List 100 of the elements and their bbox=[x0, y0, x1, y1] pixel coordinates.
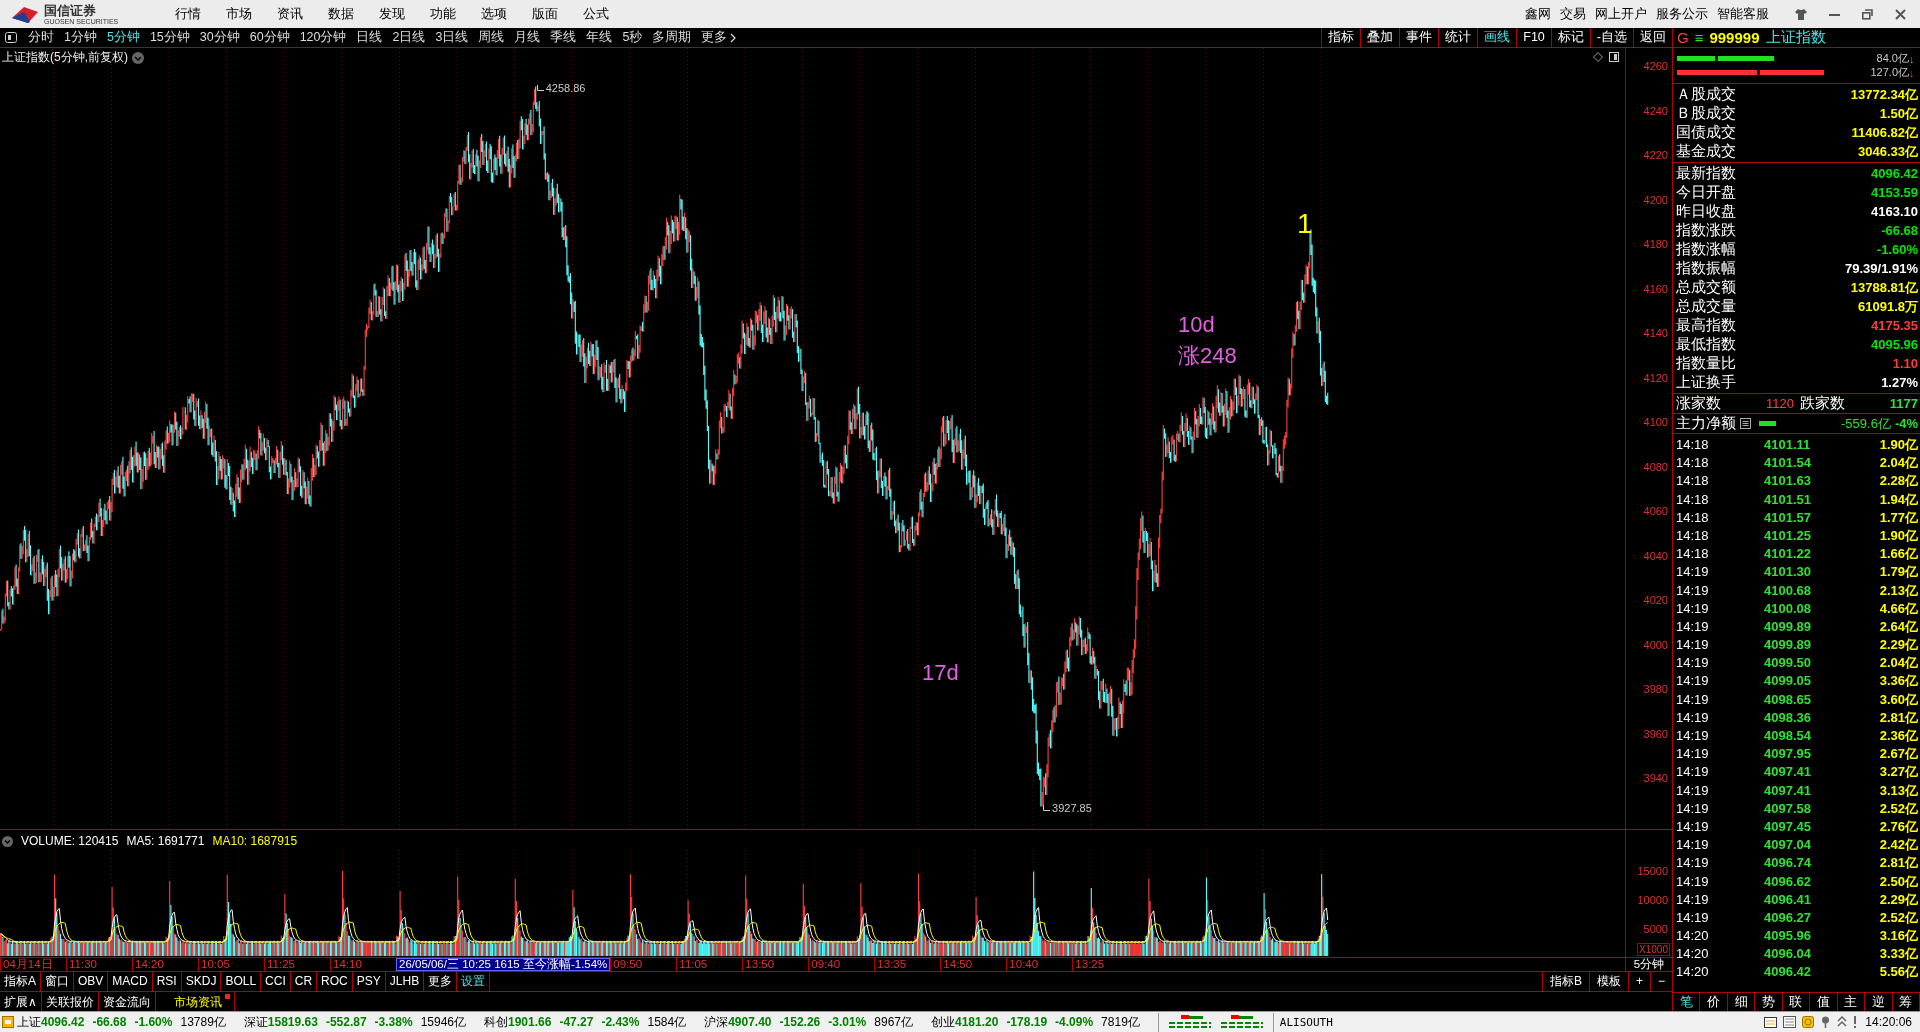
toolbar-button[interactable]: 叠加 bbox=[1360, 28, 1400, 47]
list-icon[interactable] bbox=[1740, 418, 1751, 429]
menu-item[interactable]: 版面 bbox=[532, 5, 558, 23]
tick-price: 4096.42 bbox=[1764, 963, 1812, 982]
toolbar-button[interactable]: F10 bbox=[1516, 28, 1551, 47]
period-tab[interactable]: 分时 bbox=[23, 29, 59, 46]
axis-label: 4040 bbox=[1643, 549, 1668, 562]
toolbar-button[interactable]: 画线 bbox=[1477, 28, 1517, 47]
toolbar-button[interactable]: 返回 bbox=[1633, 28, 1672, 47]
period-tab[interactable]: 2日线 bbox=[387, 29, 431, 46]
document-icon[interactable] bbox=[1783, 1016, 1797, 1028]
period-tab[interactable]: 周线 bbox=[473, 29, 510, 46]
tick-volume: 1.77亿 bbox=[1878, 508, 1918, 527]
indicator-tab[interactable]: 窗口 bbox=[41, 972, 74, 991]
chevron-down-icon[interactable] bbox=[132, 51, 144, 64]
indicator-tab[interactable]: 更多 bbox=[424, 972, 458, 991]
toolbar-button[interactable]: 指标 bbox=[1321, 28, 1361, 47]
menu-item[interactable]: 功能 bbox=[430, 5, 456, 23]
period-tab[interactable]: 更多 bbox=[696, 29, 742, 46]
menu-item[interactable]: 行情 bbox=[175, 5, 201, 23]
breadth-label: 涨家数 bbox=[1676, 394, 1721, 413]
indicator-tab[interactable]: 设置 bbox=[457, 972, 491, 991]
tick-time: 14:19 bbox=[1676, 599, 1710, 618]
toolbar-button[interactable]: 事件 bbox=[1399, 28, 1439, 47]
indicator-tab[interactable]: RSI bbox=[152, 972, 182, 991]
indicator-button[interactable]: 指标B bbox=[1541, 972, 1589, 991]
axis-label: 4000 bbox=[1643, 638, 1668, 651]
period-tab[interactable]: 1分钟 bbox=[59, 29, 102, 46]
period-tab[interactable]: 60分钟 bbox=[244, 29, 295, 46]
header-link[interactable]: 服务公示 bbox=[1656, 5, 1708, 23]
stat-value: 1.50亿 bbox=[1879, 105, 1918, 123]
tick-time: 14:19 bbox=[1676, 654, 1710, 673]
tick-price: 4098.54 bbox=[1764, 727, 1812, 745]
indicator-tab[interactable]: OBV bbox=[74, 972, 109, 991]
period-tab[interactable]: 3日线 bbox=[430, 29, 474, 46]
indicator-button[interactable]: 模板 bbox=[1588, 972, 1628, 991]
restore-icon[interactable] bbox=[1862, 8, 1873, 20]
menu-item[interactable]: 市场 bbox=[226, 5, 252, 23]
indicator-tab[interactable]: JLHB bbox=[385, 972, 425, 991]
crosshair-tooltip: 26/05/06/三 10:25 1615 至今涨幅-1.54% bbox=[396, 958, 611, 971]
coin-icon[interactable] bbox=[1802, 1016, 1815, 1028]
menu-item[interactable]: 数据 bbox=[328, 5, 354, 23]
index-value: 4096.42 bbox=[41, 1015, 85, 1029]
stat-label: 最新指数 bbox=[1676, 164, 1736, 183]
panel-toggle-icon[interactable] bbox=[5, 32, 17, 43]
time-label: 11:30 bbox=[66, 958, 132, 971]
indicator-tab[interactable]: PSY bbox=[352, 972, 386, 991]
tick-price: 4101.54 bbox=[1764, 454, 1812, 473]
close-icon[interactable] bbox=[1895, 8, 1906, 20]
indicator-button[interactable]: − bbox=[1650, 972, 1672, 991]
period-tab[interactable]: 30分钟 bbox=[194, 29, 245, 46]
time-label: 13:50 bbox=[742, 958, 809, 971]
indicator-tab[interactable]: ROC bbox=[317, 972, 353, 991]
header-link[interactable]: 网上开户 bbox=[1595, 5, 1647, 23]
market-icon[interactable] bbox=[2, 1016, 14, 1028]
double-up-icon[interactable] bbox=[1837, 1016, 1848, 1028]
indicator-tab[interactable]: CCI bbox=[261, 972, 291, 991]
header-link[interactable]: 交易 bbox=[1560, 5, 1586, 23]
tick-time: 14:19 bbox=[1676, 672, 1710, 691]
time-label: 13:25 bbox=[1072, 958, 1139, 971]
indicator-tab[interactable]: 指标A bbox=[0, 972, 41, 991]
axis-label: 3960 bbox=[1643, 727, 1668, 740]
toolbar-button[interactable]: 统计 bbox=[1438, 28, 1478, 47]
period-tab[interactable]: 日线 bbox=[351, 29, 388, 46]
toolbar-button[interactable]: -自选 bbox=[1589, 28, 1633, 47]
period-tab[interactable]: 5秒 bbox=[617, 29, 648, 46]
header-link[interactable]: 鑫网 bbox=[1525, 5, 1551, 23]
indicator-tab[interactable]: SKDJ bbox=[181, 972, 222, 991]
tick-time: 14:19 bbox=[1676, 708, 1710, 727]
tick-volume: 2.52亿 bbox=[1878, 799, 1918, 818]
period-tab[interactable]: 月线 bbox=[509, 29, 546, 46]
period-tab[interactable]: 多周期 bbox=[647, 29, 697, 46]
panel-icon[interactable] bbox=[1609, 52, 1619, 62]
header-link[interactable]: 智能客服 bbox=[1717, 5, 1769, 23]
indicator-tab[interactable]: MACD bbox=[108, 972, 153, 991]
tick-time: 14:20 bbox=[1676, 963, 1710, 982]
period-tab[interactable]: 年线 bbox=[581, 29, 618, 46]
stat-label: 国债成交 bbox=[1676, 123, 1736, 142]
menu-item[interactable]: 发现 bbox=[379, 5, 405, 23]
menu-item[interactable]: 资讯 bbox=[277, 5, 303, 23]
period-tab[interactable]: 5分钟 bbox=[101, 29, 145, 46]
period-tab[interactable]: 15分钟 bbox=[144, 29, 195, 46]
tick-time: 14:19 bbox=[1676, 563, 1710, 582]
shirt-icon[interactable] bbox=[1795, 8, 1807, 20]
menu-item[interactable]: 公式 bbox=[583, 5, 609, 23]
tick-volume: 1.90亿 bbox=[1878, 526, 1918, 545]
indicator-button[interactable]: + bbox=[1627, 972, 1650, 991]
index-change: -552.87 bbox=[325, 1015, 367, 1029]
message-icon[interactable] bbox=[1764, 1016, 1778, 1028]
menu-item[interactable]: 选项 bbox=[481, 5, 507, 23]
indicator-tab[interactable]: BOLL bbox=[221, 972, 262, 991]
menu-glyph[interactable]: ≡ bbox=[1694, 29, 1704, 46]
toolbar-button[interactable]: 标记 bbox=[1550, 28, 1590, 47]
collapse-icon[interactable] bbox=[2, 835, 13, 847]
indicator-tab[interactable]: CR bbox=[290, 972, 318, 991]
alert-icon[interactable] bbox=[1853, 1016, 1858, 1028]
period-tab[interactable]: 120分钟 bbox=[294, 29, 352, 46]
period-tab[interactable]: 季线 bbox=[545, 29, 582, 46]
stat-label: Ｂ股成交 bbox=[1676, 104, 1736, 123]
pin-icon[interactable] bbox=[1820, 1016, 1832, 1028]
